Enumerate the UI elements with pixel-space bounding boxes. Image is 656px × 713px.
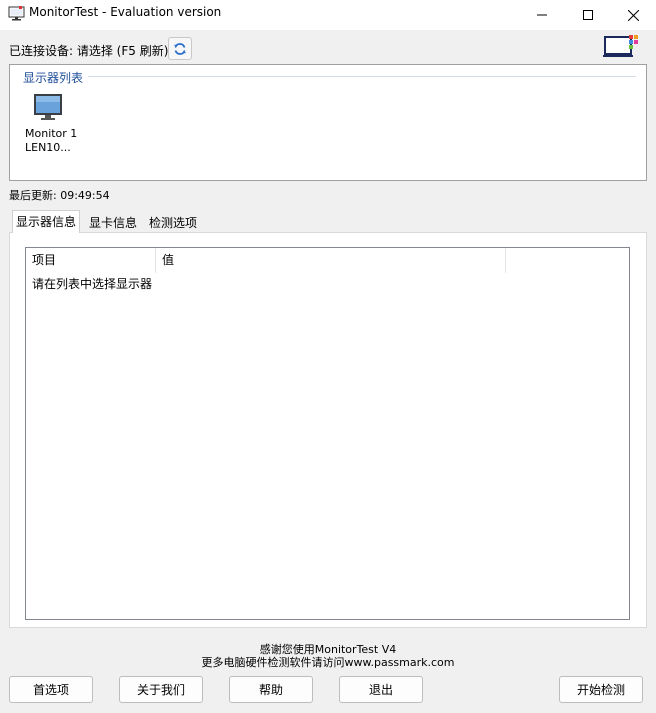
group-divider (88, 76, 636, 77)
table-row[interactable]: 请在列表中选择显示器 (32, 275, 152, 292)
connected-device-label: 已连接设备: 请选择 (F5 刷新) (9, 44, 169, 58)
tab-gpu-info[interactable]: 显卡信息 (86, 212, 140, 233)
refresh-icon (174, 42, 186, 55)
exit-button[interactable]: 退出 (339, 676, 423, 703)
monitor-list-item[interactable]: Monitor 1 LEN10... (23, 91, 89, 155)
tab-monitor-info[interactable]: 显示器信息 (12, 210, 81, 233)
tab-test-options[interactable]: 检测选项 (146, 212, 200, 233)
last-update-text: 最后更新: 09:49:54 (9, 189, 110, 202)
window-title: MonitorTest - Evaluation version (29, 5, 222, 19)
column-header-value[interactable]: 值 (156, 248, 506, 273)
footer-website: 更多电脑硬件检测软件请访问www.passmark.com (201, 656, 455, 669)
help-button[interactable]: 帮助 (229, 676, 313, 703)
passmark-logo (603, 33, 639, 59)
preferences-button[interactable]: 首选项 (9, 676, 93, 703)
monitor-icon (33, 93, 63, 121)
app-icon (8, 5, 25, 22)
refresh-button[interactable] (168, 37, 192, 60)
close-icon (627, 9, 639, 21)
monitor-list-title: 显示器列表 (23, 69, 88, 86)
monitor-name: Monitor 1 (25, 127, 78, 140)
close-button[interactable] (610, 0, 656, 30)
monitor-list-panel: 显示器列表 Monitor 1 LEN10... (9, 64, 647, 181)
monitor-model: LEN10... (25, 141, 71, 154)
title-bar: MonitorTest - Evaluation version (0, 0, 656, 30)
maximize-icon (583, 10, 593, 20)
minimize-button[interactable] (519, 0, 565, 30)
column-header-item[interactable]: 项目 (26, 248, 156, 273)
maximize-button[interactable] (565, 0, 611, 30)
minimize-icon (537, 14, 547, 16)
about-button[interactable]: 关于我们 (119, 676, 203, 703)
start-test-button[interactable]: 开始检测 (559, 676, 643, 703)
info-table[interactable]: 项目 值 请在列表中选择显示器 (25, 247, 630, 620)
